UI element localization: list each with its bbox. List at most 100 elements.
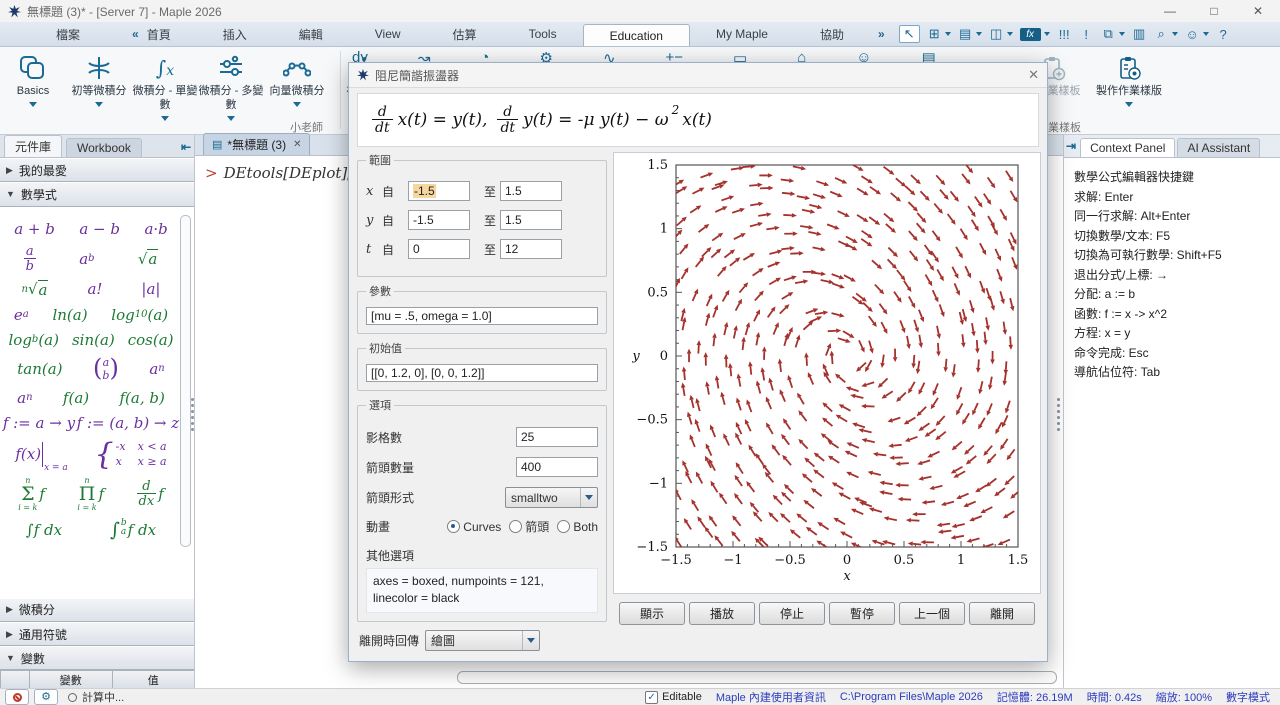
menu-item-3[interactable]: 編輯: [273, 22, 349, 46]
menu-item-9[interactable]: 協助: [794, 22, 870, 46]
palette-item-7-1[interactable]: f := (a, b) → z: [77, 414, 180, 432]
palette-item-2-2[interactable]: |a|: [141, 280, 160, 298]
section-variables[interactable]: ▼ 變數: [0, 646, 194, 670]
menu-item-0[interactable]: 檔案: [30, 22, 106, 46]
range-x-to-field[interactable]: 1.5: [500, 181, 562, 201]
zoom-tools-button[interactable]: ⌕: [1152, 25, 1180, 43]
animate-radio-2[interactable]: Both: [557, 520, 598, 534]
palette-item-2-1[interactable]: a!: [87, 280, 102, 298]
palette-scrollbar[interactable]: [180, 215, 191, 547]
select-tool-button[interactable]: ↖: [897, 24, 922, 44]
initial-values-field[interactable]: [[0, 1.2, 0], [0, 0, 1.2]]: [366, 364, 598, 382]
chevron-down-icon[interactable]: [293, 102, 301, 107]
menu-item-6[interactable]: Tools: [503, 22, 583, 46]
execute-fx-button[interactable]: fx: [1018, 27, 1052, 42]
palette-item-1-2[interactable]: √a: [138, 249, 159, 268]
menu-overflow-icon[interactable]: »: [870, 22, 893, 46]
palette-item-5-1[interactable]: (ab): [93, 356, 119, 382]
context-tab-0[interactable]: Context Panel: [1080, 138, 1175, 157]
range-t-from-field[interactable]: 0: [408, 239, 470, 259]
tutor-item-calculus-single[interactable]: ∫x微積分 - 單變數: [132, 51, 198, 121]
chevron-down-icon[interactable]: [1007, 32, 1013, 36]
open-file-button[interactable]: ▤: [956, 25, 984, 43]
palette-item-10-1[interactable]: ∫baf dx: [110, 519, 156, 541]
execute-current-button[interactable]: !: [1077, 26, 1096, 43]
vector-field-plot[interactable]: −1.5−1−0.500.511.5−1.5−1−0.500.511.5xy: [613, 152, 1041, 594]
section-favorites[interactable]: ▶ 我的最愛: [0, 158, 194, 182]
editable-toggle[interactable]: ✓Editable: [645, 691, 702, 704]
palette-item-3-0[interactable]: ea: [14, 306, 29, 324]
debug-button[interactable]: ⚙: [34, 689, 58, 705]
sidebar-tab-1[interactable]: Workbook: [66, 138, 142, 157]
palette-item-2-0[interactable]: n√a: [21, 280, 48, 299]
palette-item-7-0[interactable]: f := a → y: [3, 414, 75, 432]
tutor-item-vector-calculus[interactable]: 向量微積分: [264, 51, 330, 107]
collapse-sidebar-icon[interactable]: ⇤: [181, 140, 191, 154]
palette-item-0-0[interactable]: a + b: [14, 220, 55, 238]
save-file-button[interactable]: ◫: [987, 25, 1015, 43]
range-y-from-field[interactable]: -1.5: [408, 210, 470, 230]
palette-item-9-1[interactable]: nΠi = kf: [77, 477, 104, 512]
chevron-down-icon[interactable]: [1125, 102, 1133, 107]
menu-item-5[interactable]: 估算: [427, 22, 503, 46]
palette-item-6-2[interactable]: f(a, b): [119, 389, 164, 407]
plot-button-4[interactable]: 上一個: [899, 602, 965, 625]
palette-item-8-1[interactable]: {-xx < axx ≥ a: [95, 439, 167, 470]
menu-item-7[interactable]: Education: [583, 24, 690, 46]
palette-item-1-1[interactable]: ab: [79, 250, 94, 268]
expand-panel-icon[interactable]: ⇥: [1066, 139, 1076, 153]
sidebar-tab-0[interactable]: 元件庫: [4, 135, 62, 157]
palette-item-9-2[interactable]: ddxf: [137, 480, 164, 508]
maximize-button[interactable]: □: [1192, 0, 1236, 22]
paste-button[interactable]: ▥: [1130, 25, 1149, 43]
palette-item-6-0[interactable]: an: [17, 389, 32, 407]
tab-close-icon[interactable]: ✕: [293, 139, 301, 150]
palette-item-4-0[interactable]: logb(a): [8, 331, 59, 349]
chevron-down-icon[interactable]: [161, 116, 169, 121]
section-common-symbols[interactable]: ▶ 通用符號: [0, 622, 194, 646]
plot-button-2[interactable]: 停止: [759, 602, 825, 625]
chevron-down-icon[interactable]: [227, 116, 235, 121]
section-math[interactable]: ▼ 數學式: [0, 182, 194, 206]
dialog-close-icon[interactable]: ✕: [1028, 67, 1039, 83]
palette-item-10-0[interactable]: ∫f dx: [26, 521, 62, 539]
chevron-down-icon[interactable]: [976, 32, 982, 36]
animate-radio-0[interactable]: Curves: [447, 520, 501, 534]
menu-item-4[interactable]: View: [349, 22, 427, 46]
plot-button-0[interactable]: 顯示: [619, 602, 685, 625]
arrow-count-field[interactable]: 400: [516, 457, 598, 477]
interrupt-button[interactable]: [5, 689, 29, 705]
chevron-down-icon[interactable]: [1203, 32, 1209, 36]
tutor-item-calculus-multi[interactable]: 微積分 - 多變數: [198, 51, 264, 121]
sidebar-drag-handle[interactable]: [190, 398, 195, 431]
user-info-link[interactable]: Maple 內建使用者資訊: [716, 689, 826, 705]
context-tab-1[interactable]: AI Assistant: [1177, 138, 1260, 157]
new-document-button[interactable]: ⊞: [925, 25, 953, 43]
chevron-down-icon[interactable]: [945, 32, 951, 36]
palette-item-8-0[interactable]: f(x)x = a: [15, 442, 67, 468]
tutor-item-elementary-calculus[interactable]: 初等微積分: [66, 51, 132, 107]
palette-item-4-1[interactable]: sin(a): [72, 331, 115, 349]
account-button[interactable]: ☺: [1183, 26, 1211, 43]
execute-all-button[interactable]: !!!: [1055, 26, 1074, 43]
parameters-field[interactable]: [mu = .5, omega = 1.0]: [366, 307, 598, 325]
palette-item-3-2[interactable]: log10(a): [111, 306, 168, 324]
install-path-link[interactable]: C:\Program Files\Maple 2026: [840, 691, 983, 703]
animate-radio-1[interactable]: 箭頭: [509, 518, 549, 535]
minimize-button[interactable]: —: [1148, 0, 1192, 22]
tutor-item-basics[interactable]: Basics: [0, 51, 66, 107]
chevron-down-icon[interactable]: [1119, 32, 1125, 36]
return-on-exit-select[interactable]: 繪圖: [425, 630, 540, 651]
dialog-title-bar[interactable]: 阻尼簡諧振盪器 ✕: [349, 63, 1047, 88]
palette-item-5-2[interactable]: an: [149, 360, 164, 378]
range-t-to-field[interactable]: 12: [500, 239, 562, 259]
chevron-down-icon[interactable]: [29, 102, 37, 107]
collapse-menu-icon[interactable]: «: [132, 27, 139, 41]
section-calculus[interactable]: ▶ 微積分: [0, 598, 194, 622]
menu-item-2[interactable]: 插入: [197, 22, 273, 46]
palette-item-0-2[interactable]: a·b: [144, 220, 167, 238]
plot-button-3[interactable]: 暫停: [829, 602, 895, 625]
palette-item-5-0[interactable]: tan(a): [17, 360, 62, 378]
make-assignment-template-item[interactable]: 製作作業樣版: [1086, 51, 1172, 107]
palette-item-9-0[interactable]: nΣi = kf: [18, 477, 45, 512]
